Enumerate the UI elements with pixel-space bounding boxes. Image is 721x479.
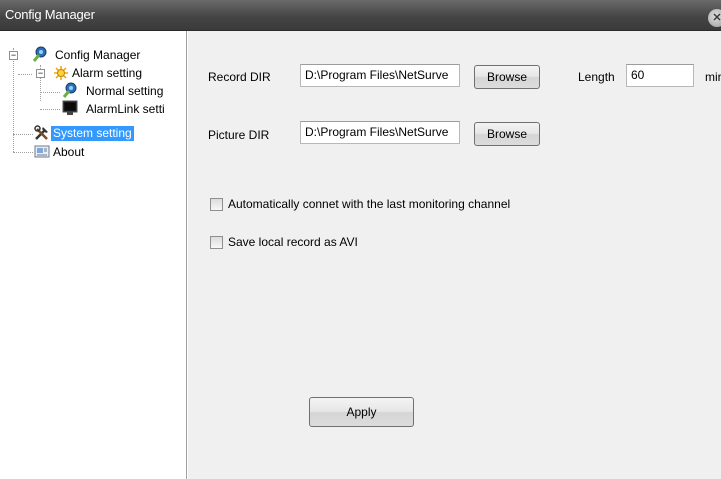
save-avi-label: Save local record as AVI [228, 235, 358, 249]
length-input[interactable]: 60 [626, 64, 694, 87]
normal-setting-icon [62, 82, 77, 98]
tree-item-label: Normal setting [86, 84, 164, 98]
browse-record-button[interactable]: Browse [474, 65, 540, 89]
settings-tree: − Config Manager − Alarm setting Normal … [0, 31, 187, 479]
alarmlink-monitor-icon [62, 100, 78, 115]
apply-button[interactable]: Apply [309, 397, 414, 427]
tree-item-label: System setting [51, 126, 134, 141]
about-icon [34, 145, 50, 158]
collapse-icon[interactable]: − [9, 51, 18, 60]
collapse-icon[interactable]: − [36, 69, 45, 78]
tree-item-config-manager[interactable]: − Config Manager [0, 46, 187, 64]
auto-connect-label: Automatically connet with the last monit… [228, 197, 511, 211]
tree-item-about[interactable]: About [0, 145, 187, 161]
length-label: Length [578, 70, 615, 84]
auto-connect-option[interactable]: Automatically connet with the last monit… [210, 197, 590, 213]
tree-item-label: Config Manager [55, 48, 141, 62]
tree-item-label: About [53, 145, 85, 159]
tree-item-normal-setting[interactable]: Normal setting [0, 82, 187, 100]
tree-item-label: Alarm setting [72, 66, 143, 80]
config-manager-icon [32, 46, 47, 62]
picture-dir-input[interactable]: D:\Program Files\NetSurve [300, 121, 460, 144]
save-avi-checkbox[interactable] [210, 236, 223, 249]
length-unit-label: mir [705, 70, 721, 84]
system-setting-panel: Record DIR D:\Program Files\NetSurve Bro… [188, 31, 721, 479]
record-dir-label: Record DIR [208, 70, 271, 84]
tree-item-alarmlink-setting[interactable]: AlarmLink setti [0, 100, 187, 118]
auto-connect-checkbox[interactable] [210, 198, 223, 211]
picture-dir-label: Picture DIR [208, 128, 270, 142]
window-title: Config Manager [5, 7, 95, 22]
tools-icon [34, 125, 48, 140]
save-avi-option[interactable]: Save local record as AVI [210, 235, 460, 251]
close-button[interactable]: ✕ [708, 9, 721, 27]
title-bar: Config Manager ✕ [0, 0, 721, 31]
tree-item-system-setting[interactable]: System setting [0, 125, 187, 142]
record-dir-input[interactable]: D:\Program Files\NetSurve [300, 64, 460, 87]
alarm-icon [54, 66, 68, 80]
tree-item-alarm-setting[interactable]: − Alarm setting [0, 66, 187, 82]
browse-picture-button[interactable]: Browse [474, 122, 540, 146]
tree-item-label: AlarmLink setti [86, 102, 165, 116]
